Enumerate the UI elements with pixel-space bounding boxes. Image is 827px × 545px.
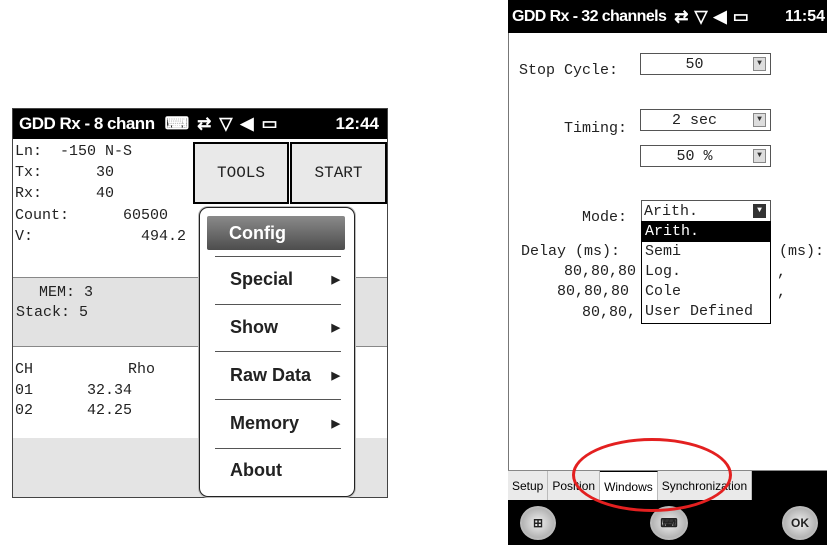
menu-item-label: Show <box>230 316 278 337</box>
field-v: V: 494.2 <box>15 228 186 245</box>
field-value: 40 <box>96 185 115 202</box>
field-label: V: <box>15 228 34 245</box>
delay-values: 80,80,80 <box>557 283 630 300</box>
delay-values: , <box>777 264 787 281</box>
sync-icon: ⇄ <box>674 6 689 26</box>
field-ln: Ln: -150 N-S <box>15 143 132 160</box>
start-button[interactable]: START <box>290 142 387 204</box>
mem-count: MEM: 3 <box>39 284 94 301</box>
cell-ch: 02 <box>15 402 34 419</box>
menu-item-label: Special <box>230 268 294 289</box>
menu-item-config[interactable]: Config <box>207 216 345 250</box>
app-title: GDD Rx - 8 chann <box>19 114 155 133</box>
timing-percent-select[interactable]: 50 % ▼ <box>640 145 771 167</box>
field-label: Tx: <box>15 164 43 181</box>
tab-setup[interactable]: Setup <box>508 471 549 501</box>
menu-item-show[interactable]: Show ▶ <box>208 310 344 344</box>
cell-rho: 32.34 <box>87 382 133 399</box>
chevron-right-icon: ▶ <box>331 417 340 430</box>
keyboard-icon[interactable]: ⌨ <box>165 114 190 134</box>
dropdown-arrow-icon[interactable]: ▼ <box>753 149 766 163</box>
signal-off-icon: ▽ <box>694 6 708 26</box>
select-value: 50 % <box>676 148 713 165</box>
app-title: GDD Rx - 32 channels <box>512 7 667 25</box>
field-value: -150 N-S <box>60 143 133 160</box>
dropdown-arrow-icon[interactable]: ▼ <box>753 204 766 218</box>
delay-values: 80,80, <box>582 304 637 321</box>
field-tx: Tx: 30 <box>15 164 114 181</box>
field-count: Count: 60500 <box>15 207 168 224</box>
menu-item-label: Memory <box>230 412 300 433</box>
clock: 12:44 <box>335 114 379 133</box>
menu-item-label: About <box>230 459 282 480</box>
menu-item-raw-data[interactable]: Raw Data ▶ <box>208 358 344 392</box>
field-label: Count: <box>15 207 70 224</box>
mode-option[interactable]: Log. <box>642 262 770 282</box>
setup-form: Stop Cycle: 50 ▼ Timing: 2 sec ▼ 50 % ▼ … <box>508 33 827 470</box>
mode-label: Mode: <box>582 209 628 226</box>
menu-item-special[interactable]: Special ▶ <box>208 262 344 296</box>
delay-values: 80,80,80 <box>564 263 637 280</box>
battery-icon: ▭ <box>732 6 749 26</box>
cell-rho: 42.25 <box>87 402 133 419</box>
dropdown-arrow-icon[interactable]: ▼ <box>753 113 766 127</box>
signal-off-icon: ▽ <box>219 114 233 133</box>
tools-button[interactable]: TOOLS <box>193 142 289 204</box>
windows-start-icon[interactable]: ⊞ <box>520 506 556 540</box>
field-value: 30 <box>96 164 115 181</box>
cell-ch: 01 <box>15 382 34 399</box>
ok-button[interactable]: OK <box>782 506 818 540</box>
field-label: Rx: <box>15 185 43 202</box>
col-header-ch: CH <box>15 361 34 378</box>
chevron-right-icon: ▶ <box>331 273 340 286</box>
menu-item-label: Raw Data <box>230 364 312 385</box>
mode-select[interactable]: Arith. ▼ <box>641 200 771 222</box>
table-row[interactable]: 02 42.25 <box>15 402 132 419</box>
volume-mute-icon: ◀ <box>713 6 727 26</box>
tools-menu: Config Special ▶ Show ▶ Raw Data ▶ Memory ▶ … <box>199 207 355 497</box>
dropdown-arrow-icon[interactable]: ▼ <box>753 57 766 71</box>
field-rx: Rx: 40 <box>15 185 114 202</box>
stop-cycle-select[interactable]: 50 ▼ <box>640 53 771 75</box>
field-value: 60500 <box>123 207 169 224</box>
select-value: Arith. <box>644 203 699 220</box>
delay-label: Delay (ms): <box>521 243 621 260</box>
menu-item-label: Config <box>229 222 286 243</box>
timing-label: Timing: <box>564 120 628 137</box>
battery-icon: ▭ <box>261 114 278 133</box>
mode-option[interactable]: Arith. <box>642 222 770 242</box>
clock: 11:54 <box>784 7 825 25</box>
chevron-right-icon: ▶ <box>331 369 340 382</box>
sync-icon: ⇄ <box>197 114 212 133</box>
chevron-right-icon: ▶ <box>331 321 340 334</box>
menu-item-about[interactable]: About <box>208 453 344 487</box>
status-bar: GDD Rx - 8 chann ⌨ ⇄ ▽ ◀ ▭ 12:44 <box>13 109 387 139</box>
status-bar: GDD Rx - 32 channels ⇄ ▽ ◀ ▭ 11:54 <box>508 0 827 33</box>
menu-item-memory[interactable]: Memory ▶ <box>208 406 344 440</box>
field-value: 494.2 <box>141 228 187 245</box>
timing-select[interactable]: 2 sec ▼ <box>640 109 771 131</box>
select-value: 50 <box>685 56 704 73</box>
mode-dropdown-list: Arith. Semi Log. Cole User Defined <box>641 221 771 324</box>
mode-option[interactable]: User Defined <box>642 302 770 322</box>
highlight-circle <box>572 438 732 512</box>
mode-option[interactable]: Cole <box>642 282 770 302</box>
select-value: 2 sec <box>671 112 717 129</box>
stop-cycle-label: Stop Cycle: <box>519 62 619 79</box>
delay-label-right: (ms): <box>779 243 825 260</box>
col-header-rho: Rho <box>128 361 156 378</box>
volume-icon: ◀ <box>240 114 254 133</box>
field-label: Ln: <box>15 143 43 160</box>
table-row[interactable]: 01 32.34 <box>15 382 132 399</box>
delay-values: , <box>777 284 787 301</box>
mode-option[interactable]: Semi <box>642 242 770 262</box>
stack-count: Stack: 5 <box>16 304 89 321</box>
